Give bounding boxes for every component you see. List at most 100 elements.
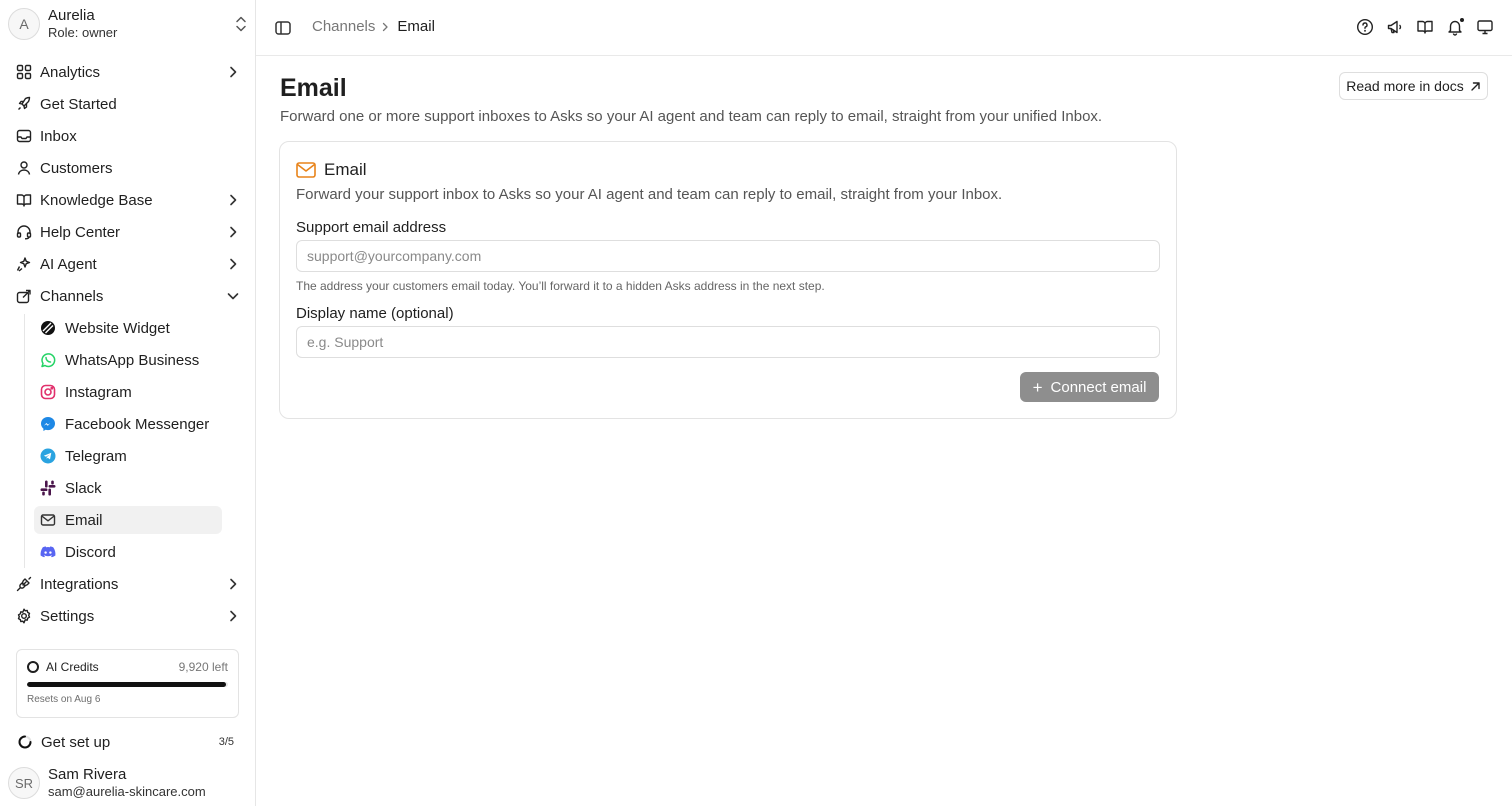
chevron-right-icon (230, 226, 237, 238)
gear-icon (16, 608, 32, 624)
support-email-input[interactable] (296, 240, 1160, 272)
sidebar-item-help-center[interactable]: Help Center (8, 218, 248, 246)
workspace-name: Aurelia (48, 7, 95, 24)
sidebar-item-label: WhatsApp Business (65, 351, 200, 369)
mail-icon (296, 162, 316, 178)
card-description: Forward your support inbox to Asks so yo… (296, 186, 1003, 203)
mail-icon (40, 512, 56, 528)
grid-icon (16, 64, 32, 80)
sparkle-icon (16, 256, 32, 272)
sidebar-item-label: Slack (65, 479, 102, 497)
breadcrumb-email: Email (397, 18, 435, 35)
chevron-up-down-icon (236, 16, 246, 32)
telegram-icon (40, 448, 56, 464)
chevron-right-icon (230, 194, 237, 206)
discord-icon (40, 544, 56, 560)
chevron-down-icon (227, 293, 239, 300)
rocket-icon (16, 96, 32, 112)
read-docs-button[interactable]: Read more in docs (1339, 72, 1488, 100)
sidebar-item-facebook-messenger[interactable]: Facebook Messenger (34, 410, 222, 438)
inbox-icon (16, 128, 32, 144)
sidebar-item-telegram[interactable]: Telegram (34, 442, 222, 470)
ai-credits-card[interactable]: AI Credits 9,920 left Resets on Aug 6 (16, 649, 239, 718)
user-name: Sam Rivera (48, 766, 127, 783)
workspace-avatar: A (8, 8, 40, 40)
docs-icon[interactable] (1416, 18, 1434, 36)
sidebar-item-analytics[interactable]: Analytics (8, 58, 248, 86)
sidebar-item-customers[interactable]: Customers (8, 154, 248, 182)
monitor-icon[interactable] (1476, 18, 1494, 36)
user-icon (16, 160, 32, 176)
credits-reset-date: Resets on Aug 6 (27, 694, 101, 705)
get-set-up-item[interactable]: Get set up 3/5 (16, 732, 240, 752)
book-icon (16, 192, 32, 208)
breadcrumb: Channels Email (312, 18, 435, 35)
chevron-right-icon (230, 258, 237, 270)
plug-icon (16, 576, 32, 592)
display-name-input[interactable] (296, 326, 1160, 358)
sidebar-item-label: Email (65, 511, 103, 529)
megaphone-icon[interactable] (1386, 18, 1404, 36)
credits-ring-icon (27, 661, 39, 673)
sidebar-item-label: Website Widget (65, 319, 170, 337)
sidebar-item-get-started[interactable]: Get Started (8, 90, 248, 118)
chevron-right-icon (230, 578, 237, 590)
sidebar-item-settings[interactable]: Settings (8, 602, 248, 630)
sidebar-item-label: Help Center (40, 223, 121, 241)
plus-icon: + (1032, 377, 1043, 397)
sidebar-item-whatsapp-business[interactable]: WhatsApp Business (34, 346, 222, 374)
sidebar-item-label: Channels (40, 287, 104, 305)
sidebar-item-instagram[interactable]: Instagram (34, 378, 222, 406)
credits-label: AI Credits (46, 660, 99, 674)
bell-icon[interactable] (1446, 17, 1465, 36)
page-subtitle: Forward one or more support inboxes to A… (280, 108, 1103, 125)
sidebar-item-inbox[interactable]: Inbox (8, 122, 248, 150)
slack-icon (40, 480, 56, 496)
whatsapp-icon (40, 352, 56, 368)
sidebar-item-label: Telegram (65, 447, 127, 465)
connect-email-button[interactable]: + Connect email (1020, 372, 1159, 402)
instagram-icon (40, 384, 56, 400)
sidebar-item-label: Instagram (65, 383, 132, 401)
breadcrumb-channels[interactable]: Channels (312, 18, 375, 35)
help-icon[interactable] (1356, 18, 1374, 36)
sidebar-item-website-widget[interactable]: Website Widget (34, 314, 222, 342)
card-title: Email (324, 160, 367, 179)
user-email: sam@aurelia-skincare.com (48, 784, 206, 799)
sidebar-item-label: Customers (40, 159, 113, 177)
credits-progress-fill (27, 682, 227, 687)
display-name-label: Display name (optional) (296, 305, 454, 322)
user-avatar: SR (8, 767, 40, 799)
sidebar-item-label: Analytics (40, 63, 101, 81)
email-channel-card: Email Forward your support inbox to Asks… (279, 141, 1177, 419)
channels-subtree-line (24, 314, 25, 568)
credits-progress-bar (27, 682, 228, 687)
connect-email-label: Connect email (1050, 378, 1147, 396)
credits-remaining: 9,920 left (178, 660, 228, 674)
share-icon (16, 288, 32, 304)
sidebar-item-label: Discord (65, 543, 116, 561)
workspace-switcher[interactable]: A Aurelia Role: owner (8, 6, 250, 42)
sidebar-item-label: Facebook Messenger (65, 415, 210, 433)
sidebar-item-channels[interactable]: Channels (8, 282, 248, 310)
setup-progress-count: 3/5 (218, 736, 234, 748)
sidebar-item-email[interactable]: Email (34, 506, 222, 534)
sidebar: A Aurelia Role: owner Analytics Get Star… (0, 0, 256, 806)
chevron-right-icon (230, 610, 237, 622)
widget-icon (40, 320, 56, 336)
sidebar-item-slack[interactable]: Slack (34, 474, 222, 502)
top-bar: Channels Email (256, 0, 1512, 56)
sidebar-toggle-icon[interactable] (274, 19, 292, 37)
sidebar-item-label: Integrations (40, 575, 119, 593)
sidebar-item-label: AI Agent (40, 255, 97, 273)
chevron-right-icon (383, 22, 389, 31)
sidebar-item-integrations[interactable]: Integrations (8, 570, 248, 598)
sidebar-item-discord[interactable]: Discord (34, 538, 222, 566)
support-email-label: Support email address (296, 219, 447, 236)
external-link-icon (1471, 81, 1480, 91)
sidebar-item-ai-agent[interactable]: AI Agent (8, 250, 248, 278)
read-docs-label: Read more in docs (1346, 78, 1464, 94)
headset-icon (16, 224, 32, 240)
user-menu[interactable]: SR Sam Rivera sam@aurelia-skincare.com (8, 766, 250, 800)
sidebar-item-knowledge-base[interactable]: Knowledge Base (8, 186, 248, 214)
